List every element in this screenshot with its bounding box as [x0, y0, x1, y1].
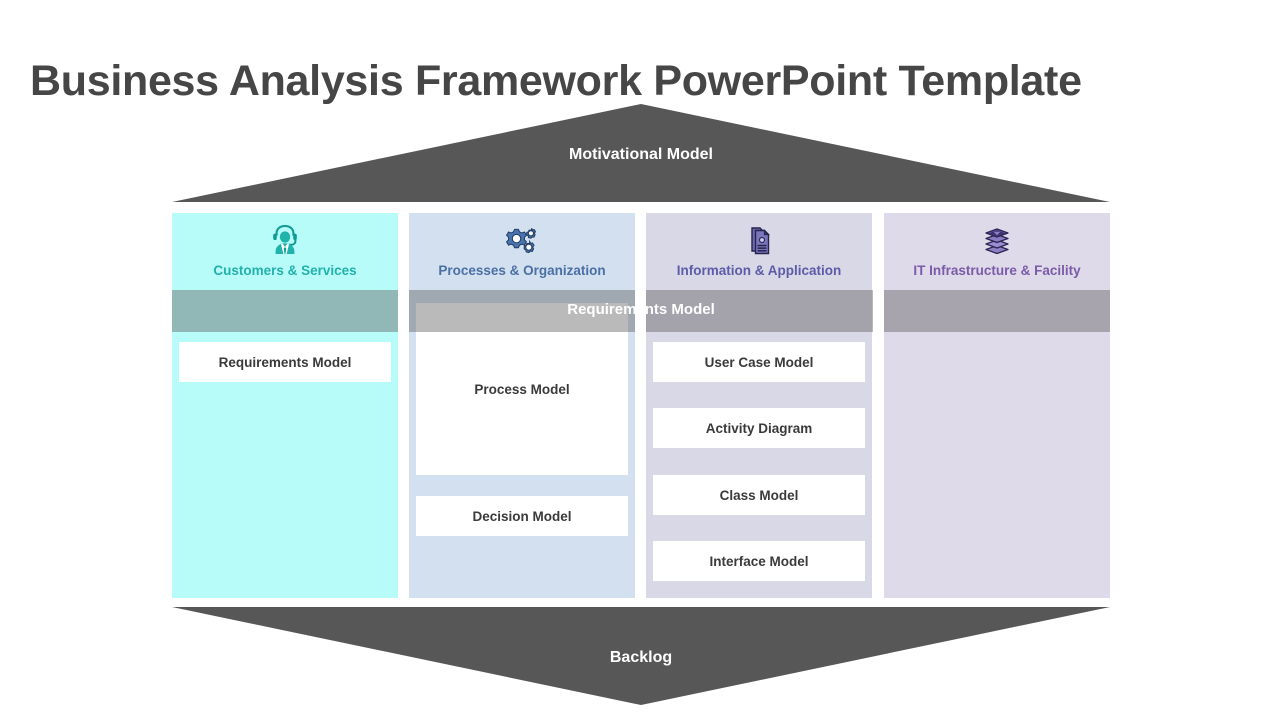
cell-class-model[interactable]: Class Model [653, 475, 865, 515]
cell-decision-model[interactable]: Decision Model [416, 496, 628, 536]
stacked-layers-icon [884, 219, 1110, 261]
cell-activity-diagram[interactable]: Activity Diagram [653, 408, 865, 448]
requirements-model-band[interactable]: Requirements Model [172, 290, 1110, 332]
motivational-model-banner[interactable]: Motivational Model [172, 104, 1110, 202]
column-title-information-application: Information & Application [676, 263, 842, 278]
business-analysis-framework-diagram: Motivational Model Customers & Services … [0, 0, 1280, 720]
column-customers-services[interactable]: Customers & Services Requirements Model [172, 213, 398, 598]
requirements-model-band-label: Requirements Model [567, 301, 715, 318]
motivational-model-label: Motivational Model [569, 146, 713, 163]
column-title-it-infrastructure-facility: IT Infrastructure & Facility [913, 263, 1081, 278]
column-it-infrastructure-facility[interactable]: IT Infrastructure & Facility [884, 213, 1110, 598]
headset-agent-icon [172, 219, 398, 261]
column-title-customers-services: Customers & Services [213, 263, 357, 278]
column-title-processes-organization: Processes & Organization [438, 263, 606, 278]
gears-icon [409, 219, 635, 261]
framework-columns: Customers & Services Requirements Model [172, 213, 1110, 598]
document-lock-icon [646, 219, 872, 261]
cell-interface-model[interactable]: Interface Model [653, 541, 865, 581]
backlog-banner[interactable]: Backlog [172, 607, 1110, 705]
cell-requirements-model[interactable]: Requirements Model [179, 342, 391, 382]
cell-user-case-model[interactable]: User Case Model [653, 342, 865, 382]
column-processes-organization[interactable]: Processes & Organization Process Model D… [409, 213, 635, 598]
column-header-customers-services: Customers & Services [172, 213, 398, 285]
column-header-it-infrastructure-facility: IT Infrastructure & Facility [884, 213, 1110, 285]
column-header-processes-organization: Processes & Organization [409, 213, 635, 285]
backlog-label: Backlog [609, 649, 673, 666]
column-header-information-application: Information & Application [646, 213, 872, 285]
column-information-application[interactable]: Information & Application User Case Mode… [646, 213, 872, 598]
